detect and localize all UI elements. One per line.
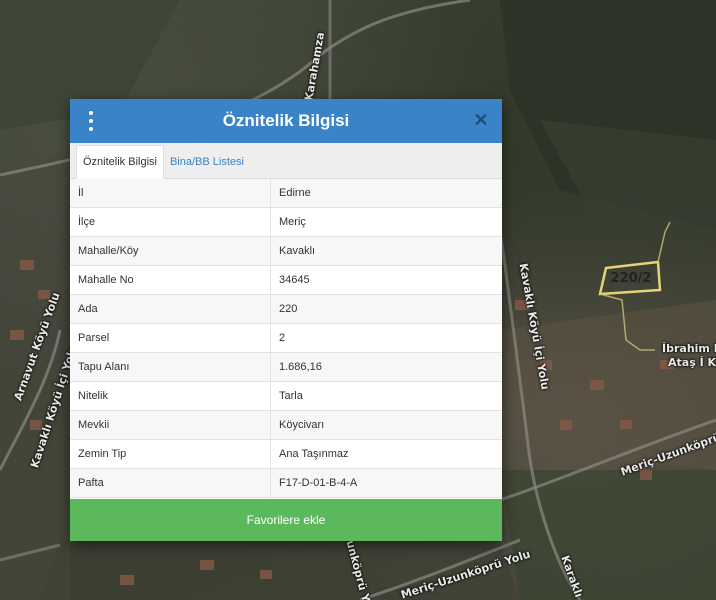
row-key: Mahalle/Köy	[70, 236, 271, 266]
row-key: Mahalle No	[70, 265, 271, 295]
attribute-info-dialog: Öznitelik Bilgisi ✕ Öznitelik Bilgisi Bi…	[70, 99, 502, 541]
row-key: Ada	[70, 294, 271, 324]
table-row: İlçe Meriç	[70, 207, 502, 237]
table-row: İl Edirne	[70, 179, 502, 208]
row-value: Ana Taşınmaz	[270, 439, 502, 469]
table-row: Pafta F17-D-01-B-4-A	[70, 468, 502, 498]
row-key: İlçe	[70, 207, 271, 237]
table-row: Mahalle No 34645	[70, 265, 502, 295]
map-label-atas: Ataş İ K	[668, 356, 716, 369]
row-key: Zemin Tip	[70, 439, 271, 469]
row-value: Tarla	[270, 381, 502, 411]
row-value: Köycivarı	[270, 410, 502, 440]
row-key: Mevkii	[70, 410, 271, 440]
table-row: Parsel 2	[70, 323, 502, 353]
row-value: 34645	[270, 265, 502, 295]
table-row: Nitelik Tarla	[70, 381, 502, 411]
dialog-tabs: Öznitelik Bilgisi Bina/BB Listesi	[70, 143, 502, 179]
table-row: Mevkii Köycivarı	[70, 410, 502, 440]
row-value: Kavaklı	[270, 236, 502, 266]
parcel-label: 220/2	[610, 271, 652, 286]
close-icon[interactable]: ✕	[472, 111, 490, 129]
row-key: İl	[70, 179, 271, 208]
table-row: Mahalle/Köy Kavaklı	[70, 236, 502, 266]
add-to-favorites-button[interactable]: Favorilere ekle	[70, 499, 502, 541]
row-value: 220	[270, 294, 502, 324]
row-key: Nitelik	[70, 381, 271, 411]
attribute-table: İl Edirne İlçe Meriç Mahalle/Köy Kavaklı…	[70, 179, 502, 498]
row-value: Edirne	[270, 179, 502, 208]
row-value: 1.686,16	[270, 352, 502, 382]
tab-attribute-info[interactable]: Öznitelik Bilgisi	[76, 145, 164, 179]
row-key: Tapu Alanı	[70, 352, 271, 382]
table-row: Zemin Tip Ana Taşınmaz	[70, 439, 502, 469]
map-label-ibrahim: İbrahim Hi	[662, 342, 716, 355]
row-key: Parsel	[70, 323, 271, 353]
table-row: Ada 220	[70, 294, 502, 324]
row-value: Meriç	[270, 207, 502, 237]
more-vertical-icon[interactable]	[86, 111, 96, 131]
table-row: Tapu Alanı 1.686,16	[70, 352, 502, 382]
row-value: 2	[270, 323, 502, 353]
dialog-title: Öznitelik Bilgisi	[222, 111, 350, 130]
dialog-header: Öznitelik Bilgisi ✕	[70, 99, 502, 143]
tab-building-list[interactable]: Bina/BB Listesi	[164, 146, 250, 178]
row-value: F17-D-01-B-4-A	[270, 468, 502, 498]
row-key: Pafta	[70, 468, 271, 498]
